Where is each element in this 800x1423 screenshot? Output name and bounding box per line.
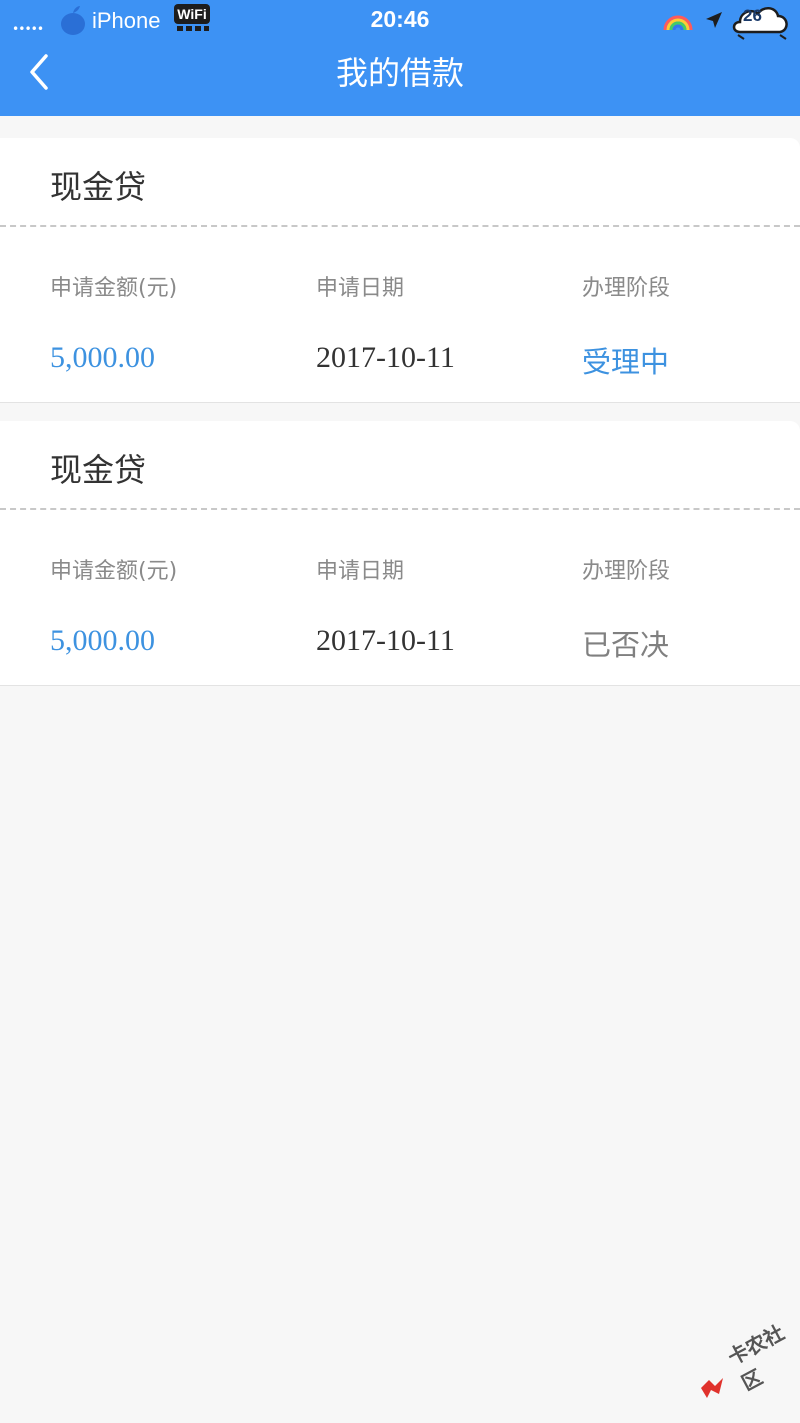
location-arrow-icon bbox=[706, 12, 722, 28]
loan-product-title: 现金贷 bbox=[50, 451, 147, 489]
loan-stage-status: 受理中 bbox=[582, 345, 670, 379]
page-title: 我的借款 bbox=[335, 54, 464, 92]
loan-amount: 5,000.00 bbox=[50, 341, 155, 374]
battery-level: 26 bbox=[743, 6, 762, 25]
date-label: 申请日期 bbox=[316, 559, 405, 584]
loan-stage-status: 已否决 bbox=[582, 628, 670, 662]
loan-card[interactable]: 现金贷 申请金额(元) 申请日期 办理阶段 5,000.00 2017-10-1… bbox=[0, 421, 800, 686]
loan-card[interactable]: 现金贷 申请金额(元) 申请日期 办理阶段 5,000.00 2017-10-1… bbox=[0, 138, 800, 403]
rainbow-icon bbox=[663, 15, 693, 31]
stage-label: 办理阶段 bbox=[582, 559, 671, 584]
amount-label: 申请金额(元) bbox=[50, 276, 178, 301]
dashed-divider bbox=[0, 225, 800, 227]
status-bar: ••••• iPhone WiFi 20:46 26 bbox=[0, 0, 800, 42]
date-label: 申请日期 bbox=[316, 276, 405, 301]
stage-label: 办理阶段 bbox=[582, 276, 671, 301]
top-bar: ••••• iPhone WiFi 20:46 26 我的借款 bbox=[0, 0, 800, 116]
loan-date: 2017-10-11 bbox=[316, 624, 455, 657]
dashed-divider bbox=[0, 508, 800, 510]
amount-label: 申请金额(元) bbox=[50, 559, 178, 584]
loan-product-title: 现金贷 bbox=[50, 168, 147, 206]
loan-date: 2017-10-11 bbox=[316, 341, 455, 374]
loan-amount: 5,000.00 bbox=[50, 624, 155, 657]
